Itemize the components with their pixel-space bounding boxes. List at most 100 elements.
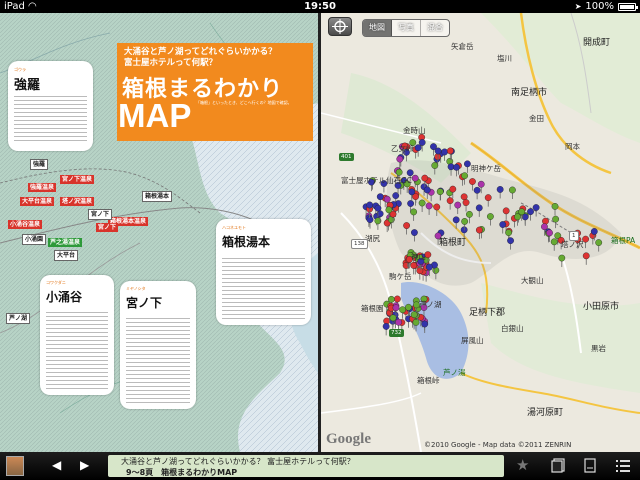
map-pin[interactable]: [412, 318, 420, 326]
map-pin[interactable]: [514, 213, 521, 221]
map-pin[interactable]: [542, 217, 549, 225]
map-pin[interactable]: [410, 311, 418, 319]
map-pin[interactable]: [558, 254, 566, 262]
map-pin[interactable]: [505, 229, 513, 236]
map-pin[interactable]: [383, 195, 391, 203]
map-pin[interactable]: [469, 178, 476, 185]
map-label-ashinoyu: 芦之湯温泉: [48, 238, 83, 247]
map-pin[interactable]: [475, 204, 483, 212]
map-pin[interactable]: [366, 216, 374, 224]
map-pin[interactable]: [461, 172, 469, 180]
map-pin[interactable]: [462, 199, 470, 206]
map-pin[interactable]: [393, 295, 401, 303]
map-pin[interactable]: [460, 226, 468, 234]
map-pin[interactable]: [446, 197, 454, 205]
map-pin[interactable]: [532, 204, 540, 211]
bookmark-star-button[interactable]: ★: [516, 456, 529, 474]
map-pin[interactable]: [473, 186, 481, 194]
map-pin[interactable]: [431, 162, 439, 169]
map-pin[interactable]: [484, 194, 492, 202]
map-pin[interactable]: [433, 203, 441, 211]
map-pin[interactable]: [434, 147, 442, 155]
map-pin[interactable]: [399, 306, 406, 314]
map-pin[interactable]: [416, 267, 424, 275]
map-pin[interactable]: [496, 186, 504, 193]
map-pin[interactable]: [475, 226, 483, 234]
map-pin[interactable]: [595, 239, 603, 246]
map-pin[interactable]: [411, 174, 419, 182]
map-type-hybrid-button[interactable]: 混合: [421, 20, 449, 36]
battery-percent: 100%: [585, 1, 614, 12]
map-pin[interactable]: [410, 208, 418, 216]
map-toolbar: 地図 写真 混合: [321, 13, 640, 38]
map-pin[interactable]: [389, 314, 397, 322]
current-location-button[interactable]: [328, 17, 352, 36]
library-thumbnail-button[interactable]: [6, 456, 24, 476]
map-pin[interactable]: [396, 155, 404, 163]
map-pin[interactable]: [446, 147, 454, 155]
map-pin[interactable]: [395, 318, 402, 326]
map-pin[interactable]: [518, 208, 526, 216]
page-caption[interactable]: 大涌谷と芦ノ湖ってどれぐらいかかる？ 富士屋ホテルって何駅？ 9〜8頁 箱根まる…: [108, 455, 504, 477]
map-pin[interactable]: [408, 188, 416, 196]
map-pin[interactable]: [449, 185, 457, 193]
map-pin[interactable]: [421, 320, 429, 328]
map-pin[interactable]: [582, 252, 590, 260]
map-pin[interactable]: [382, 322, 390, 330]
map-label-hakone-en: 箱根園: [361, 304, 384, 313]
map-pin[interactable]: [385, 206, 393, 214]
map-pin[interactable]: [403, 222, 410, 229]
map-pin[interactable]: [477, 180, 485, 188]
map-pin[interactable]: [366, 201, 374, 209]
map-type-satellite-button[interactable]: 写真: [392, 20, 421, 36]
map-pin[interactable]: [407, 200, 415, 207]
left-arrow-icon: ◀: [52, 458, 62, 472]
map-pin[interactable]: [405, 303, 412, 311]
map-pin[interactable]: [441, 148, 448, 156]
map-pin[interactable]: [411, 229, 418, 236]
map-pin[interactable]: [426, 263, 433, 271]
map-pin[interactable]: [507, 237, 514, 245]
map-pin[interactable]: [453, 163, 460, 171]
map-pin[interactable]: [546, 229, 553, 237]
map-pin[interactable]: [410, 262, 418, 269]
map-pin[interactable]: [436, 188, 444, 196]
map-pin[interactable]: [387, 295, 395, 303]
map-pin[interactable]: [550, 238, 558, 246]
map-pin[interactable]: [551, 203, 559, 210]
star-icon: ★: [516, 456, 530, 474]
map-pin[interactable]: [452, 216, 460, 224]
map-pin[interactable]: [527, 208, 534, 216]
map-pin[interactable]: [509, 186, 516, 194]
map-pin[interactable]: [461, 218, 469, 225]
map-type-map-button[interactable]: 地図: [363, 20, 392, 36]
map-pin[interactable]: [418, 139, 426, 146]
map-pin[interactable]: [460, 193, 468, 201]
map-pin[interactable]: [374, 204, 382, 212]
map-pin[interactable]: [463, 160, 471, 168]
map-pin[interactable]: [499, 221, 507, 228]
map-pin[interactable]: [418, 199, 426, 207]
list-button[interactable]: [616, 458, 630, 477]
map-pin[interactable]: [486, 213, 494, 220]
google-map[interactable]: 開成町 南足柄市 矢倉岳 明神ケ岳 金時山 富士屋ホテル仙石GC 箱根町 神山 …: [321, 13, 640, 452]
map-label-ohiradai-onsen: 大平台温泉: [20, 197, 55, 206]
map-pin[interactable]: [502, 207, 510, 215]
pages-button[interactable]: [551, 458, 565, 477]
map-pin[interactable]: [376, 193, 384, 201]
next-page-button[interactable]: ▶: [80, 458, 89, 472]
map-pin[interactable]: [425, 202, 433, 210]
caption-question: 大涌谷と芦ノ湖ってどれぐらいかかる？ 富士屋ホテルって何駅？: [121, 457, 355, 466]
previous-page-button[interactable]: ◀: [52, 458, 61, 472]
magazine-page[interactable]: 大涌谷と芦ノ湖ってどれぐらいかかる？ 富士屋ホテルって何駅？ 箱根まるわかり M…: [0, 13, 318, 452]
map-pin[interactable]: [454, 201, 462, 209]
map-pin[interactable]: [421, 174, 429, 182]
map-pin[interactable]: [423, 186, 431, 194]
map-pin[interactable]: [392, 304, 400, 312]
map-pin[interactable]: [552, 215, 560, 223]
single-page-button[interactable]: [584, 458, 596, 477]
map-pin[interactable]: [414, 144, 422, 152]
map-pin[interactable]: [466, 210, 473, 218]
map-label-miyanoshita-onsen: 宮ノ下温泉: [60, 175, 95, 184]
map-pin[interactable]: [590, 228, 598, 235]
